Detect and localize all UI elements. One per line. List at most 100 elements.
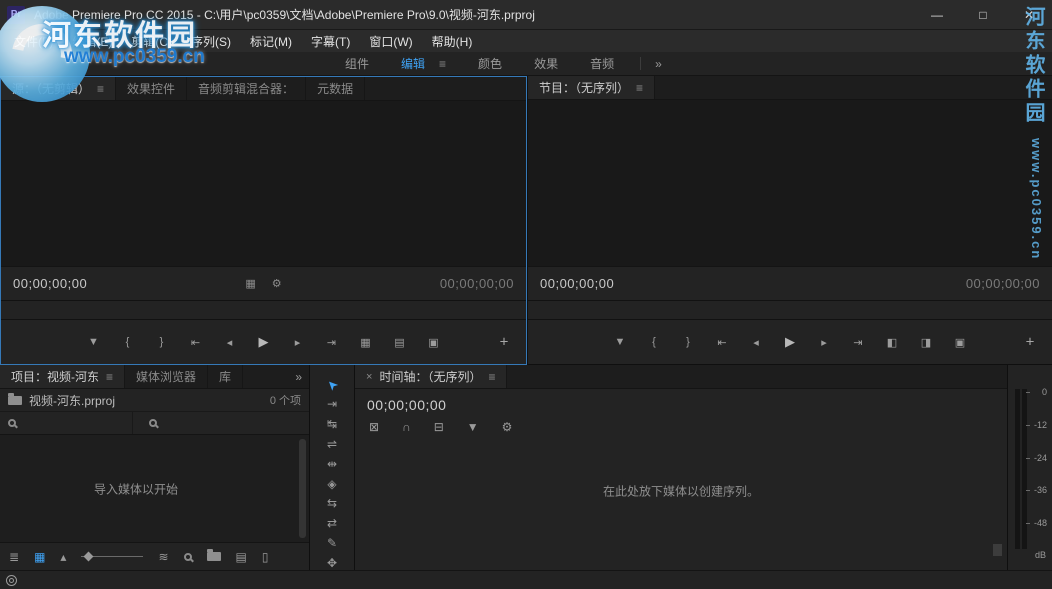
- menu-item-edit[interactable]: 编辑(E): [72, 33, 112, 50]
- button-editor-button[interactable]: +: [494, 334, 514, 351]
- status-indicator-icon[interactable]: [6, 575, 17, 586]
- track-select-forward-tool[interactable]: ⇥: [320, 397, 344, 412]
- extract-button[interactable]: ◨: [916, 336, 936, 349]
- find-button[interactable]: [184, 553, 192, 561]
- play-button[interactable]: ▶: [780, 334, 800, 350]
- ripple-edit-tool[interactable]: ↹: [320, 417, 344, 432]
- rolling-edit-tool[interactable]: ⇌: [320, 437, 344, 452]
- export-frame-button[interactable]: ▣: [424, 336, 444, 349]
- add-marker-button[interactable]: ▼: [467, 420, 479, 434]
- sort-icon[interactable]: ▴: [60, 550, 66, 564]
- find-button[interactable]: [149, 419, 157, 427]
- timeline-track-area[interactable]: 在此处放下媒体以创建序列。: [355, 434, 1007, 570]
- project-tab-overflow-icon[interactable]: »: [295, 365, 309, 388]
- go-to-out-button[interactable]: ⇥: [848, 336, 868, 349]
- menu-item-titles[interactable]: 字幕(T): [311, 33, 350, 50]
- tab-source[interactable]: 源：（无剪辑） ≡: [1, 77, 116, 100]
- tab-metadata[interactable]: 元数据: [306, 77, 365, 100]
- search-input[interactable]: [22, 417, 124, 429]
- step-forward-button[interactable]: ▸: [288, 336, 308, 349]
- step-back-button[interactable]: ◂: [220, 336, 240, 349]
- play-button[interactable]: ▶: [254, 334, 274, 350]
- slip-tool[interactable]: ⇆: [320, 496, 344, 511]
- project-root-item[interactable]: 视频-河东.prproj 0 个项: [0, 389, 309, 411]
- maximize-button[interactable]: □: [960, 0, 1006, 29]
- button-editor-button[interactable]: +: [1020, 334, 1040, 351]
- go-to-out-button[interactable]: ⇥: [322, 336, 342, 349]
- pen-tool[interactable]: ✎: [320, 535, 344, 550]
- program-timecode[interactable]: 00;00;00;00: [540, 276, 614, 291]
- menu-item-file[interactable]: 文件(F): [14, 33, 53, 50]
- minimize-button[interactable]: —: [914, 0, 960, 29]
- close-tab-icon[interactable]: ×: [366, 371, 372, 383]
- close-button[interactable]: ✕: [1006, 0, 1052, 29]
- add-marker-button[interactable]: ▼: [84, 336, 104, 348]
- program-scrub-bar[interactable]: [528, 300, 1052, 320]
- step-forward-button[interactable]: ▸: [814, 336, 834, 349]
- menu-item-help[interactable]: 帮助(H): [432, 33, 473, 50]
- menu-item-sequence[interactable]: 序列(S): [191, 33, 231, 50]
- tab-effect-controls[interactable]: 效果控件: [116, 77, 187, 100]
- panel-menu-icon[interactable]: ≡: [106, 370, 113, 384]
- overwrite-button[interactable]: ▤: [390, 336, 410, 349]
- menu-item-window[interactable]: 窗口(W): [369, 33, 412, 50]
- zoom-slider[interactable]: [81, 556, 143, 557]
- monitor-settings-icon[interactable]: ⚙: [272, 277, 282, 290]
- workspace-tab-editing[interactable]: 编辑: [401, 55, 425, 72]
- hand-tool[interactable]: ✥: [320, 555, 344, 570]
- snap-button[interactable]: ∩: [402, 420, 411, 434]
- go-to-in-button[interactable]: ⇤: [186, 336, 206, 349]
- insert-button[interactable]: ▦: [356, 336, 376, 349]
- tab-audio-clip-mixer[interactable]: 音频剪辑混合器：: [187, 77, 306, 100]
- tab-media-browser[interactable]: 媒体浏览器: [125, 365, 208, 388]
- timeline-settings-button[interactable]: ⚙: [502, 420, 513, 434]
- workspace-tab-assembly[interactable]: 组件: [345, 55, 369, 72]
- rate-stretch-tool[interactable]: ⇹: [320, 456, 344, 471]
- workspace-overflow-icon[interactable]: »: [655, 57, 661, 71]
- mark-in-button[interactable]: {: [118, 336, 138, 348]
- nest-sequence-button[interactable]: ⊠: [369, 420, 379, 434]
- search-icon: [149, 419, 157, 427]
- icon-view-button[interactable]: ▦: [34, 550, 45, 564]
- razor-tool[interactable]: ◈: [320, 476, 344, 491]
- selection-tool[interactable]: ➤: [320, 377, 344, 392]
- clear-button[interactable]: ▯: [262, 550, 269, 564]
- new-bin-button[interactable]: [207, 552, 221, 561]
- menu-item-markers[interactable]: 标记(M): [250, 33, 292, 50]
- panel-menu-icon[interactable]: ≡: [97, 82, 104, 96]
- slider-handle[interactable]: [84, 551, 94, 561]
- timeline-scrollbar-thumb[interactable]: [993, 544, 1002, 556]
- export-frame-button[interactable]: ▣: [950, 336, 970, 349]
- workspace-menu-icon[interactable]: ≡: [439, 57, 446, 71]
- new-item-button[interactable]: ▤: [236, 550, 247, 564]
- tab-project[interactable]: 项目：视频-河东 ≡: [0, 365, 125, 388]
- scrollbar[interactable]: [299, 439, 306, 538]
- go-to-in-button[interactable]: ⇤: [712, 336, 732, 349]
- project-list-area[interactable]: 导入媒体以开始: [0, 435, 309, 542]
- source-timecode[interactable]: 00;00;00;00: [13, 276, 87, 291]
- mark-out-button[interactable]: }: [152, 336, 172, 348]
- add-marker-button[interactable]: ▼: [610, 336, 630, 348]
- tab-program[interactable]: 节目：（无序列） ≡: [528, 76, 655, 99]
- list-view-button[interactable]: ≣: [9, 550, 19, 564]
- timeline-timecode[interactable]: 00;00;00;00: [355, 389, 1007, 413]
- mark-out-button[interactable]: }: [678, 336, 698, 348]
- step-back-button[interactable]: ◂: [746, 336, 766, 349]
- linked-selection-button[interactable]: ⊟: [434, 420, 444, 434]
- source-scrub-bar[interactable]: [1, 300, 526, 320]
- title-bar: Pr Adobe Premiere Pro CC 2015 - C:\用户\pc…: [0, 0, 1052, 30]
- automate-to-sequence-button[interactable]: ≋: [158, 550, 168, 564]
- tab-libraries[interactable]: 库: [208, 365, 243, 388]
- panel-menu-icon[interactable]: ≡: [488, 370, 495, 384]
- mark-in-button[interactable]: {: [644, 336, 664, 348]
- zoom-level-icon[interactable]: ▦: [245, 277, 255, 290]
- lift-button[interactable]: ◧: [882, 336, 902, 349]
- search-box[interactable]: [0, 412, 133, 434]
- workspace-tab-color[interactable]: 颜色: [478, 55, 502, 72]
- slide-tool[interactable]: ⇄: [320, 516, 344, 531]
- menu-item-clip[interactable]: 剪辑(C): [131, 33, 172, 50]
- tab-timeline[interactable]: × 时间轴：（无序列） ≡: [355, 365, 507, 388]
- workspace-tab-audio[interactable]: 音频: [590, 55, 614, 72]
- panel-menu-icon[interactable]: ≡: [636, 81, 643, 95]
- workspace-tab-effects[interactable]: 效果: [534, 55, 558, 72]
